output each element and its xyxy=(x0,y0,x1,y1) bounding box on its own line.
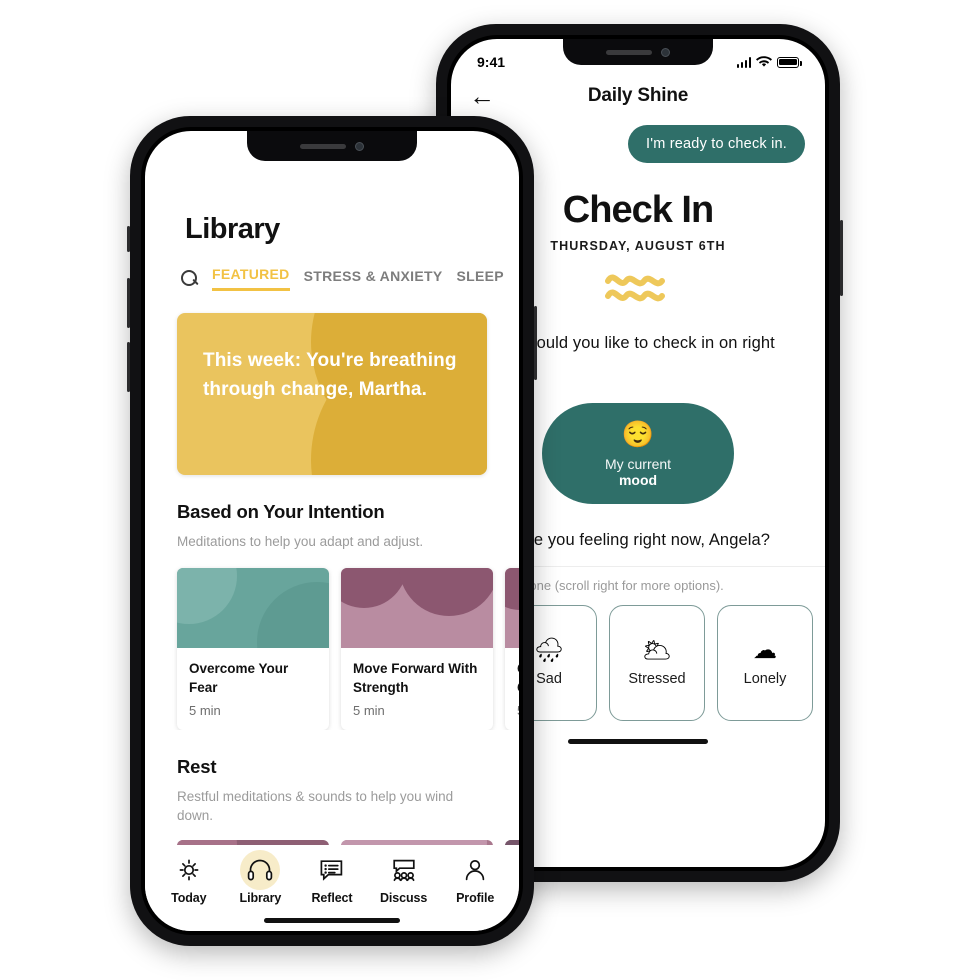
mood-label: Lonely xyxy=(743,671,787,688)
headphones-icon xyxy=(240,850,281,890)
card-title: Grow Through Change xyxy=(517,659,519,698)
person-icon xyxy=(458,855,492,885)
card-duration: 5 min xyxy=(517,703,519,718)
status-time: 9:41 xyxy=(477,54,506,70)
search-icon[interactable] xyxy=(181,270,198,287)
wifi-icon xyxy=(756,56,772,67)
mood-label: Sad xyxy=(536,671,562,688)
library-screen: Library FEATURED STRESS & ANXIETY SLEEP … xyxy=(145,131,519,931)
tab-discuss[interactable]: Discuss xyxy=(369,855,439,905)
home-indicator[interactable] xyxy=(264,918,400,923)
card-title: Overcome Your Fear xyxy=(189,660,289,696)
signal-icon xyxy=(736,56,751,68)
nav-title: Daily Shine xyxy=(587,85,689,106)
tab-library[interactable]: Library xyxy=(225,850,295,905)
journal-icon xyxy=(315,855,349,885)
tab-sleep[interactable]: SLEEP xyxy=(456,268,503,290)
chat-bubble-user: I'm ready to check in. xyxy=(628,125,805,163)
status-icons xyxy=(736,56,802,68)
tab-label: Reflect xyxy=(311,891,353,905)
battery-icon xyxy=(777,56,802,68)
mood-emoji-icon: ☁ xyxy=(753,637,777,665)
front-camera xyxy=(661,47,670,57)
mood-label: Stressed xyxy=(628,671,686,688)
tab-stress-anxiety[interactable]: STRESS & ANXIETY xyxy=(304,268,443,290)
nav-bar: ← Daily Shine xyxy=(451,81,825,119)
speaker-grille xyxy=(300,143,346,149)
tab-label: Discuss xyxy=(379,891,428,905)
tab-label: Today xyxy=(171,891,207,905)
library-tabs: FEATURED STRESS & ANXIETY SLEEP xyxy=(145,246,519,291)
phone-notch xyxy=(247,131,417,161)
weekly-intention-card[interactable]: This week: You're breathing through chan… xyxy=(177,313,487,475)
speaker-grille xyxy=(606,49,652,55)
card-artwork xyxy=(177,567,329,648)
phone-notch xyxy=(563,39,713,65)
meditation-card[interactable]: Grow Through Change 5 min xyxy=(505,567,519,730)
tab-reflect[interactable]: Reflect xyxy=(297,855,367,905)
mood-option[interactable]: 🌥 Stressed xyxy=(609,605,705,722)
card-duration: 5 min xyxy=(189,702,221,718)
section-subtitle-intention: Meditations to help you adapt and adjust… xyxy=(177,534,424,549)
tab-label: Profile xyxy=(456,891,495,905)
volume-up-button[interactable] xyxy=(127,278,130,328)
intention-card-row[interactable]: Overcome Your Fear 5 min Move Forward Wi… xyxy=(145,552,519,730)
screenshot-stage: 9:41 ← Daily Shine I'm ready to check in… xyxy=(0,0,980,980)
meditation-card[interactable]: Overcome Your Fear 5 min xyxy=(177,567,329,730)
meditation-card[interactable]: Move Forward With Strength 5 min xyxy=(341,567,493,730)
card-duration: 5 min xyxy=(353,702,385,718)
hero-text: This week: You're breathing through chan… xyxy=(203,350,457,400)
power-button[interactable] xyxy=(840,220,843,296)
section-title-rest: Rest xyxy=(177,755,217,777)
card-artwork xyxy=(341,567,493,648)
tab-label: Library xyxy=(239,891,282,905)
phone-bezel: Library FEATURED STRESS & ANXIETY SLEEP … xyxy=(141,127,523,935)
home-indicator[interactable] xyxy=(568,739,708,745)
group-chat-icon xyxy=(387,855,421,885)
card-title: Move Forward With Strength xyxy=(353,660,478,696)
tab-profile[interactable]: Profile xyxy=(440,855,510,905)
front-camera xyxy=(355,141,364,151)
tab-featured[interactable]: FEATURED xyxy=(212,266,290,291)
section-title-intention: Based on Your Intention xyxy=(177,501,385,522)
mood-emoji-icon: 🌧 xyxy=(533,637,565,665)
current-mood-button[interactable]: 😌 My current mood xyxy=(542,402,734,504)
card-artwork xyxy=(505,567,519,648)
sun-icon xyxy=(172,855,206,885)
relieved-face-icon: 😌 xyxy=(621,418,655,449)
power-button[interactable] xyxy=(534,306,537,380)
mood-pill-line1: My current xyxy=(604,455,672,472)
back-arrow-icon[interactable]: ← xyxy=(469,83,503,109)
mute-switch[interactable] xyxy=(127,226,130,252)
section-subtitle-rest: Restful meditations & sounds to help you… xyxy=(177,788,454,824)
phone-library: Library FEATURED STRESS & ANXIETY SLEEP … xyxy=(127,116,537,946)
library-content: Library FEATURED STRESS & ANXIETY SLEEP … xyxy=(145,131,519,931)
volume-down-button[interactable] xyxy=(127,342,130,392)
mood-pill-line2: mood xyxy=(618,471,658,488)
mood-option[interactable]: ☁ Lonely xyxy=(717,605,813,722)
mood-emoji-icon: 🌥 xyxy=(641,637,673,665)
tab-today[interactable]: Today xyxy=(154,855,224,905)
